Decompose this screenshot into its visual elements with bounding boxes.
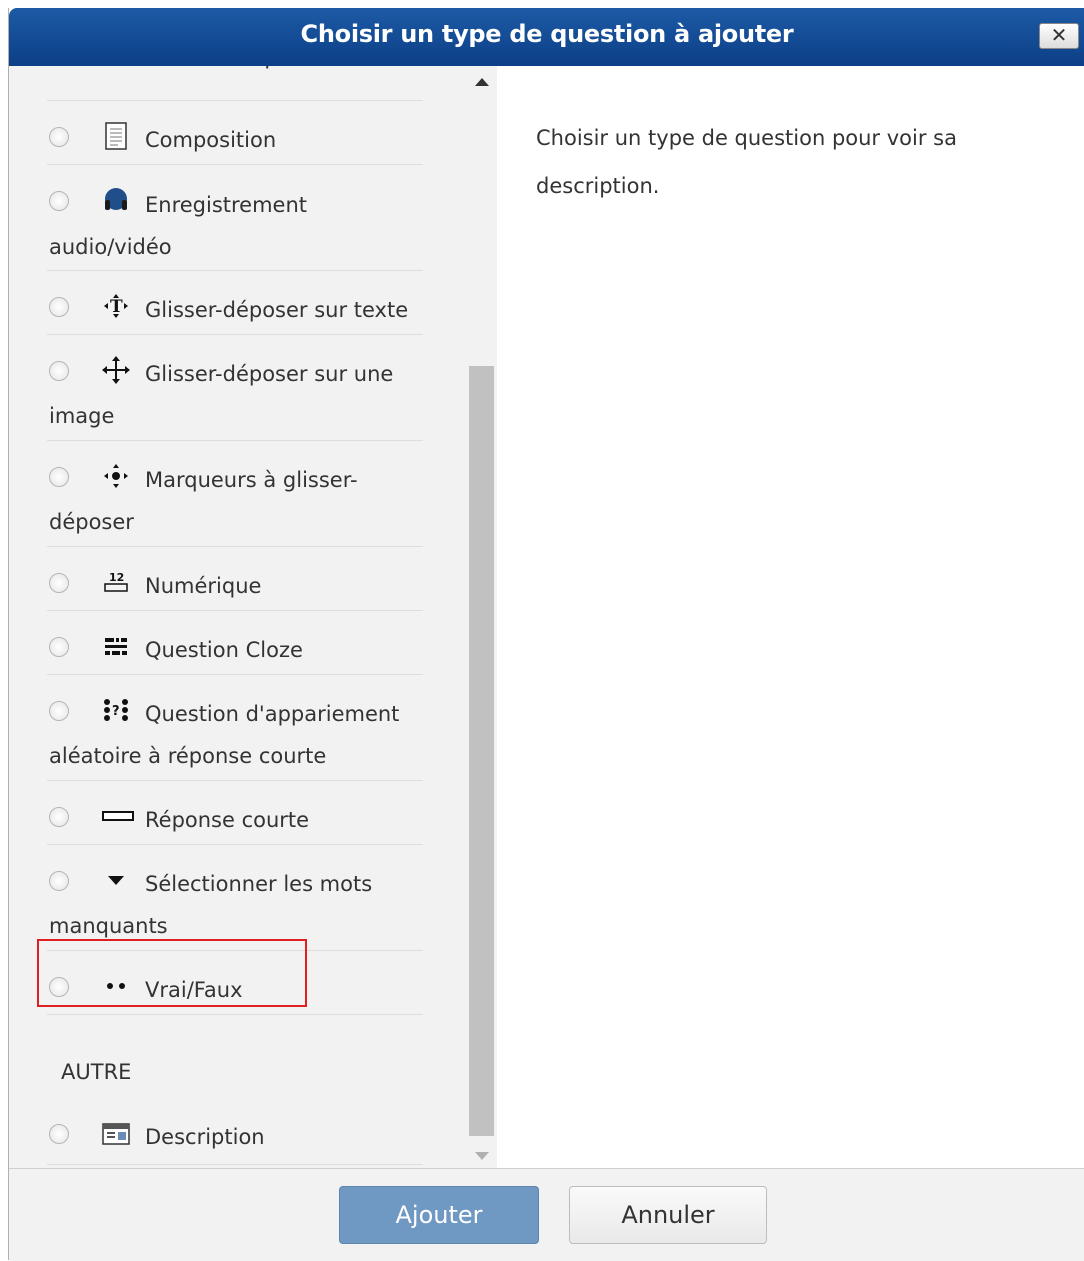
- cancel-button[interactable]: Annuler: [569, 1186, 767, 1244]
- radio-cloze[interactable]: [49, 637, 69, 657]
- item-label: Composition: [145, 128, 277, 152]
- list-item-recording[interactable]: Enregistrement audio/vidéo: [47, 164, 423, 271]
- close-button[interactable]: ✕: [1039, 23, 1079, 49]
- numerical-icon: 12: [101, 568, 131, 596]
- item-label: Marqueurs à glisser-: [145, 468, 358, 492]
- drag-drop-image-icon: [101, 356, 131, 384]
- dialog-title: Choisir un type de question à ajouter: [300, 20, 794, 48]
- item-label: Numérique: [145, 574, 262, 598]
- item-label: Enregistrement: [145, 193, 308, 217]
- item-label-line2: image: [49, 404, 115, 428]
- short-answer-icon: [101, 802, 134, 830]
- item-label: Question d'appariement: [145, 702, 400, 726]
- scroll-up-arrow-icon[interactable]: [475, 78, 489, 86]
- description-icon: [101, 1120, 131, 1148]
- add-button[interactable]: Ajouter: [339, 1186, 539, 1244]
- list-item-shortanswer[interactable]: Réponse courte: [47, 780, 423, 845]
- list-item-essay[interactable]: Composition: [47, 100, 423, 165]
- item-label: Question Cloze: [145, 638, 303, 662]
- list-item-multichoice[interactable]: Choix multiple: [47, 66, 423, 101]
- radio-essay[interactable]: [49, 127, 69, 147]
- radio-gapselect[interactable]: [49, 871, 69, 891]
- item-label: Réponse courte: [145, 808, 310, 832]
- list-item-ddwtos[interactable]: T Glisser-déposer sur texte: [47, 270, 423, 335]
- essay-icon: [101, 122, 131, 150]
- item-label: Description: [145, 1125, 265, 1149]
- dialog-footer: Ajouter Annuler: [9, 1168, 1084, 1261]
- question-type-dialog: Choisir un type de question à ajouter ✕ …: [8, 8, 1084, 1261]
- item-label: Glisser-déposer sur une: [145, 362, 394, 386]
- list-scrollbar[interactable]: [469, 66, 495, 1168]
- item-label: Glisser-déposer sur texte: [145, 298, 409, 322]
- list-item-numerical[interactable]: 12 Numérique: [47, 546, 423, 611]
- item-label: Sélectionner les mots: [145, 872, 373, 896]
- dialog-titlebar: Choisir un type de question à ajouter ✕: [9, 8, 1084, 66]
- multichoice-icon: [101, 66, 131, 69]
- radio-description[interactable]: [49, 1124, 69, 1144]
- drag-drop-text-icon: T: [101, 292, 131, 320]
- radio-ddwtos[interactable]: [49, 297, 69, 317]
- radio-ddimageortext[interactable]: [49, 361, 69, 381]
- item-label-line2: déposer: [49, 510, 134, 534]
- list-item-ddimageortext[interactable]: Glisser-déposer sur une image: [47, 334, 423, 441]
- scroll-down-arrow-icon[interactable]: [475, 1152, 489, 1160]
- audio-video-recording-icon: [101, 186, 131, 214]
- random-short-answer-matching-icon: ?: [101, 696, 131, 724]
- radio-randomsamatch[interactable]: [49, 701, 69, 721]
- list-item-description[interactable]: Description: [47, 1100, 423, 1165]
- select-missing-words-icon: [101, 866, 131, 894]
- radio-recording[interactable]: [49, 191, 69, 211]
- section-heading-other: AUTRE: [61, 1060, 132, 1084]
- list-item-randomsamatch[interactable]: ? Question d'appariement aléatoire à rép…: [47, 674, 423, 781]
- question-type-description: Choisir un type de question pour voir sa…: [536, 126, 957, 198]
- cloze-icon: [101, 632, 131, 660]
- radio-numerical[interactable]: [49, 573, 69, 593]
- list-item-cloze[interactable]: Question Cloze: [47, 610, 423, 675]
- radio-shortanswer[interactable]: [49, 807, 69, 827]
- drag-drop-markers-icon: [101, 462, 131, 490]
- item-label-line2: audio/vidéo: [49, 235, 172, 259]
- item-label-line2: aléatoire à réponse courte: [49, 744, 327, 768]
- item-label: Choix multiple: [145, 66, 297, 78]
- list-item-gapselect[interactable]: Sélectionner les mots manquants: [47, 844, 423, 951]
- highlight-annotation-box: [37, 939, 307, 1007]
- svg-text:?: ?: [112, 704, 120, 719]
- scrollbar-thumb[interactable]: [469, 366, 494, 1136]
- close-icon: ✕: [1050, 23, 1068, 47]
- radio-ddmarker[interactable]: [49, 467, 69, 487]
- svg-text:12: 12: [109, 571, 124, 584]
- list-item-ddmarker[interactable]: Marqueurs à glisser- déposer: [47, 440, 423, 547]
